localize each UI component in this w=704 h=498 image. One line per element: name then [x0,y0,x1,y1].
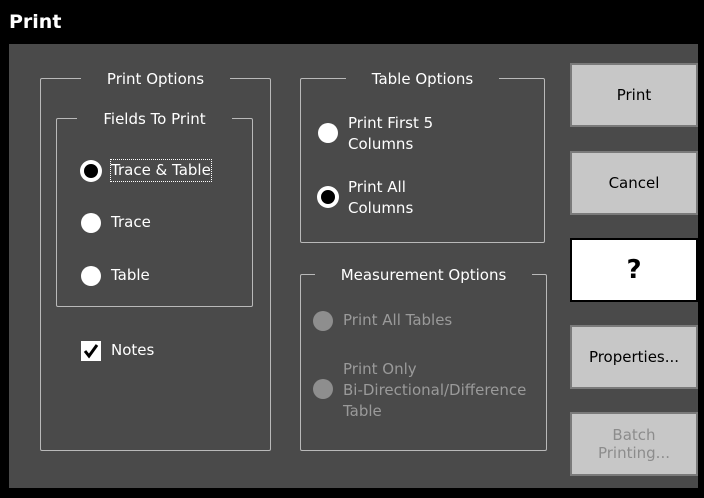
radio-unselected-icon [318,123,338,143]
batch-label-line2: Printing... [597,444,670,462]
properties-button[interactable]: Properties... [570,325,698,389]
measurement-options-group: Measurement Options Print All Tables Pri… [300,266,547,451]
radio-print-only-bidirectional: Print Only Bi-Directional/Difference Tab… [313,359,526,422]
window-title: Print [9,11,62,33]
radio-label: Print First 5 Columns [348,113,433,155]
radio-trace-and-table[interactable]: Trace & Table [81,159,212,182]
radio-trace[interactable]: Trace [81,212,151,233]
radio-label-line2: Bi-Directional/Difference [343,381,527,399]
checkmark-icon [81,340,101,361]
print-options-group: Print Options Fields To Print Trace & Ta… [40,70,271,451]
print-button[interactable]: Print [570,63,698,127]
radio-table[interactable]: Table [81,265,150,286]
radio-disabled-icon [313,379,333,399]
radio-label-line1: Print First 5 [348,114,434,132]
radio-label: Table [111,266,150,284]
radio-selected-icon [318,187,338,207]
radio-label: Print All Columns [348,177,413,219]
radio-print-all-tables: Print All Tables [313,310,452,331]
dialog-body: Print Options Fields To Print Trace & Ta… [9,44,698,488]
radio-label-line1: Print Only [343,360,417,378]
batch-printing-button-label: Batch Printing... [598,426,670,462]
batch-label-line1: Batch [612,426,656,444]
table-options-group: Table Options Print First 5 Columns Prin… [300,70,545,243]
radio-unselected-icon [81,265,101,286]
table-options-legend: Table Options [345,70,500,88]
radio-label-line3: Table [343,402,382,420]
radio-print-first-5-columns[interactable]: Print First 5 Columns [318,113,433,155]
radio-label: Trace [111,213,151,231]
help-icon: ? [626,255,642,285]
title-bar: Print [0,0,704,44]
print-options-legend: Print Options [80,70,231,88]
measurement-options-legend: Measurement Options [314,266,533,284]
radio-label: Trace & Table [110,159,212,182]
radio-label-line1: Print All [348,178,406,196]
radio-unselected-icon [81,212,101,233]
cancel-button-label: Cancel [608,174,660,192]
print-dialog: Print Print Options Fields To Print Trac… [0,0,704,498]
print-button-label: Print [616,86,652,104]
radio-disabled-icon [313,310,333,331]
radio-selected-icon [81,160,101,181]
radio-label-line2: Columns [348,135,414,153]
checkbox-label: Notes [111,341,155,359]
radio-label: Print Only Bi-Directional/Difference Tab… [343,359,526,422]
fields-to-print-legend: Fields To Print [77,110,232,128]
fields-to-print-group: Fields To Print Trace & Table Trace Tabl… [56,110,253,307]
notes-checkbox[interactable]: Notes [81,340,154,361]
batch-printing-button: Batch Printing... [570,412,698,476]
radio-label: Print All Tables [343,311,453,329]
cancel-button[interactable]: Cancel [570,151,698,215]
radio-print-all-columns[interactable]: Print All Columns [318,177,413,219]
radio-label-line2: Columns [348,199,414,217]
help-button[interactable]: ? [570,238,698,302]
properties-button-label: Properties... [588,348,680,366]
